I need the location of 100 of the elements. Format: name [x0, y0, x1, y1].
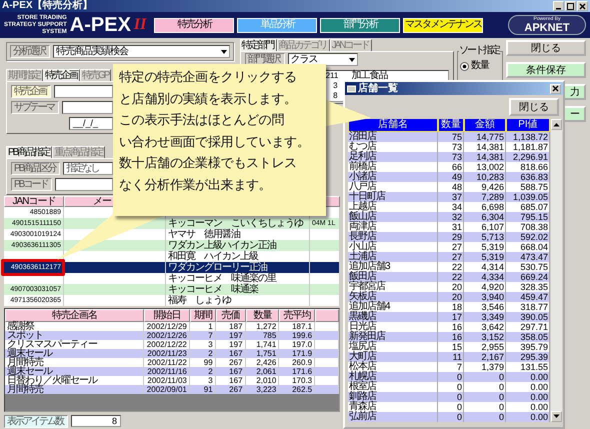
table-row[interactable]: 根室店 0 0 0.00 [348, 382, 550, 392]
list-name: 加工食品 [352, 71, 388, 81]
table-row[interactable]: 日替わり／火曜セール 2002/11/03 3 167 2,010 170.3 [5, 376, 339, 385]
tab[interactable]: PB商品指定 [6, 146, 52, 158]
table-row[interactable]: 小諸店 49 10,283 636.83 [348, 172, 550, 182]
table-header-cell: 数量 [246, 309, 280, 322]
close-icon [579, 2, 586, 10]
table-row[interactable]: 宇都宮店 20 4,920 328.35 [348, 282, 550, 292]
table-cell: 0.00 [506, 412, 550, 422]
maximize-button[interactable] [565, 1, 576, 11]
nav-button[interactable]: 部門分析 [320, 18, 400, 32]
table-row[interactable]: 月間特売 2002/11/22 99 267 2,426 260.9 [5, 358, 339, 367]
table-row[interactable]: 矢板店 20 3,940 459.47 [348, 292, 550, 302]
window-title: 店舗一覧 [358, 82, 399, 94]
table-row[interactable]: クリスマスパーティー 2002/12/22 3 197 1,741 197.0 [5, 340, 339, 349]
close-button[interactable] [577, 1, 588, 11]
table-row[interactable]: 十日町店 37 7,289 1,039.05 [348, 192, 550, 202]
table-cell: 0 [464, 412, 506, 422]
field-label: サブテーマ [11, 101, 59, 114]
text-field[interactable] [55, 178, 113, 191]
list-code: 8 [332, 91, 338, 101]
table-header-cell: 期間 [190, 309, 216, 322]
table-row[interactable]: 札幌店 0 0 0.00 [348, 372, 550, 382]
table-row[interactable]: 上越店 34 6,698 685.07 [348, 202, 550, 212]
list-code: 3 [332, 81, 338, 91]
table-header-cell: 店舗名 [348, 119, 438, 132]
table-header-cell [315, 309, 339, 322]
field-label: PBコード [11, 178, 52, 191]
table-cell: 3,223 [246, 385, 280, 394]
table-row[interactable]: 日光店 16 3,642 297.71 [348, 322, 550, 332]
table-row[interactable]: 大町店 11 2,167 295.39 [348, 352, 550, 362]
close-icon [552, 85, 559, 92]
table-cell: 弘前店 [348, 412, 438, 422]
table-row[interactable]: 月間特売 2002/09/01 91 267 3,223 262.5 [5, 385, 339, 394]
table-header-cell: 開始日 [144, 309, 190, 322]
table-row[interactable]: 週末セール 2002/11/23 2 167 1,751 171.9 [5, 349, 339, 358]
table-row[interactable]: 釧路店 0 0 0.00 [348, 392, 550, 402]
callout-text: 特定の特売企画をクリックする と店舗別の実績を表示します。 この表示手法はほとんどの問 い合わせ画面で採用しています。 数十店舗の企業様でもストレス なく分析作業が出来ます。 [119, 68, 311, 194]
minimize-button[interactable] [553, 1, 564, 11]
table-row[interactable]: 前橋店 66 13,002 818.66 [348, 162, 550, 172]
tab[interactable]: 特売企画 [43, 69, 80, 81]
table-header-cell: 売平均 [279, 309, 316, 322]
table-cell: 267 [216, 385, 246, 394]
table-cell: 福寿 しょうゆ [166, 295, 310, 306]
table-row[interactable]: 沼田店 75 14,775 1,138.72 [348, 132, 550, 142]
table-row[interactable]: 飯山店 32 6,304 795.15 [348, 212, 550, 222]
list-code: 211 [326, 71, 338, 81]
scrollbar[interactable] [551, 119, 562, 422]
field-label: 特売企画 [11, 85, 51, 98]
table-cell: 91 [190, 385, 216, 394]
maximize-icon [567, 2, 574, 10]
table-row[interactable]: 青森店 0 0 0.00 [348, 402, 550, 412]
table-header-cell: 数量 [438, 119, 464, 132]
nav-button[interactable]: マスタメンテナンス [403, 18, 484, 32]
table-row[interactable]: 追加店舗4 18 3,546 318.77 [348, 302, 550, 312]
table-row[interactable]: 週末セール 2002/11/16 2 167 2,061 171.6 [5, 367, 339, 376]
logo-suffix: II [134, 16, 146, 34]
close-button[interactable]: 閉じる [509, 98, 559, 116]
brand-name: APKNET [524, 22, 570, 34]
table-row[interactable]: むつ店 73 14,381 1,181.87 [348, 142, 550, 152]
table-cell: 262.5 [279, 385, 316, 394]
logo: A-PEX [70, 14, 131, 36]
scroll-down-icon[interactable] [553, 414, 560, 419]
table-row[interactable]: 八戸店 48 9,426 588.75 [348, 182, 550, 192]
tab[interactable]: 特定部門 [240, 39, 277, 51]
text-field[interactable] [54, 85, 113, 98]
table-row[interactable]: 塩尻店 15 2,955 395.79 [348, 342, 550, 352]
action-button[interactable]: 閉じる [506, 40, 586, 56]
table-row[interactable]: 土浦店 27 5,319 473.47 [348, 252, 550, 262]
table-header-cell: JANコード [4, 196, 64, 207]
table-row[interactable]: 弘前店 0 0 0.00 [348, 412, 550, 422]
department-select[interactable]: クラス [288, 53, 358, 66]
nav-button[interactable]: 特売分析 [154, 18, 234, 32]
table-row[interactable]: 松本店 7 1,379 131.55 [348, 362, 550, 372]
table-row[interactable]: 飯田店 22 4,334 669.24 [348, 272, 550, 282]
field-label: PB商品区分 [11, 162, 60, 175]
action-button[interactable]: 条件保存 [506, 62, 586, 78]
table-row[interactable]: 感謝祭 2002/12/29 1 187 1,272 187.1 [5, 322, 339, 331]
table-row[interactable]: 小山店 27 5,319 668.04 [348, 242, 550, 252]
date-field[interactable]: __/_/_ [69, 117, 113, 130]
table-row[interactable]: 黒磯店 17 3,349 390.05 [348, 312, 550, 322]
table-row[interactable]: 和田寛 ハイカン上級 [4, 251, 340, 262]
table-row[interactable]: 両津店 31 6,107 708.38 [348, 222, 550, 232]
radio-button[interactable] [460, 62, 470, 70]
radio-label: 数量 [471, 61, 490, 71]
analysis-select[interactable]: 特売商品実績検会 [53, 45, 230, 58]
text-field[interactable] [62, 101, 113, 114]
table-row[interactable]: キッコーヒメ 味通楽の里 [4, 273, 340, 284]
table-row[interactable]: 新発田店 16 3,152 358.05 [348, 332, 550, 342]
table-header-cell: 売価 [216, 309, 246, 322]
table-row[interactable]: スポット 2002/12/26 7 197 785 199.6 [5, 331, 339, 340]
highlight-frame [1, 259, 65, 276]
table-row[interactable]: 追加店舗3 22 4,314 530.75 [348, 262, 550, 272]
table-cell: 2002/09/01 [144, 385, 190, 394]
table-row[interactable]: 足利店 73 14,381 2,296.91 [348, 152, 550, 162]
close-button[interactable] [550, 84, 561, 94]
text-field[interactable]: 指定なし [63, 162, 113, 175]
field-label: 分析選択 [10, 45, 50, 58]
table-row[interactable]: 長野店 29 5,713 592.02 [348, 232, 550, 242]
window-icon [347, 84, 356, 92]
